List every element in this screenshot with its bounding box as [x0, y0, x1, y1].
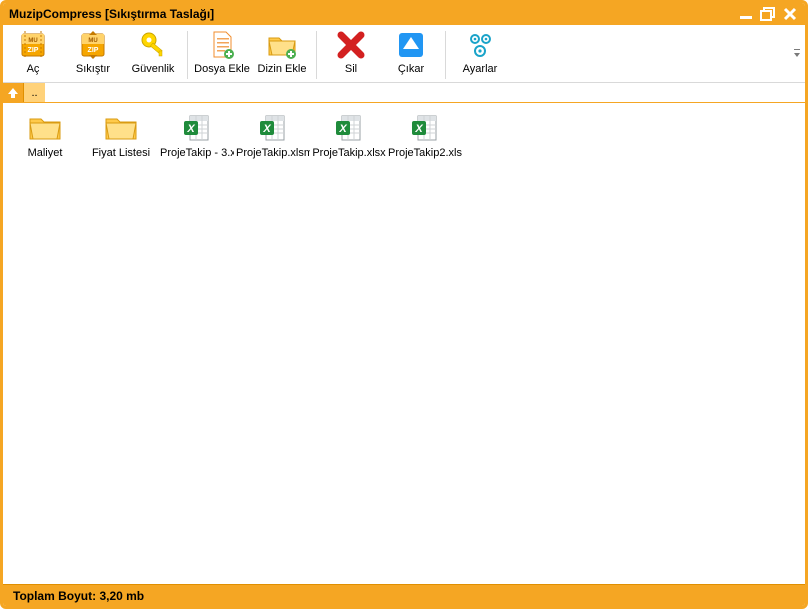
folder-item[interactable]: Fiyat Listesi: [84, 113, 158, 173]
file-item[interactable]: X ProjeTakip2.xlsx: [388, 113, 462, 173]
toolbar-separator: [187, 31, 188, 79]
open-label: Aç: [27, 63, 40, 75]
gears-icon: [464, 29, 496, 61]
svg-text:X: X: [338, 123, 347, 135]
add-file-button[interactable]: Dosya Ekle: [192, 27, 252, 81]
svg-text:X: X: [186, 123, 195, 135]
file-item[interactable]: X ProjeTakip - 3.xlsm: [160, 113, 234, 173]
file-name-label: ProjeTakip.xlsx: [312, 147, 386, 159]
toolbar-separator: [445, 31, 446, 79]
content-area: MaliyetFiyat Listesi X ProjeTakip - 3.xlsm…: [3, 103, 805, 584]
excel-file-icon: X: [256, 113, 290, 143]
breadcrumb-root-label: ..: [31, 87, 37, 99]
add-file-label: Dosya Ekle: [194, 63, 250, 75]
file-item[interactable]: X ProjeTakip.xlsx: [312, 113, 386, 173]
svg-text:X: X: [262, 123, 271, 135]
file-name-label: Fiyat Listesi: [84, 147, 158, 159]
extract-up-icon: [395, 29, 427, 61]
file-name-label: ProjeTakip2.xlsx: [388, 147, 462, 159]
file-name-label: ProjeTakip - 3.xlsm: [160, 147, 234, 159]
title-bar[interactable]: MuzipCompress [Sıkıştırma Taslağı]: [3, 3, 805, 25]
security-label: Güvenlik: [132, 63, 175, 75]
folder-item[interactable]: Maliyet: [8, 113, 82, 173]
file-name-label: Maliyet: [8, 147, 82, 159]
minimize-button[interactable]: [735, 5, 757, 23]
file-name-label: ProjeTakip.xlsm: [236, 147, 310, 159]
breadcrumb-up-button[interactable]: [3, 83, 23, 102]
file-item[interactable]: X ProjeTakip.xlsm: [236, 113, 310, 173]
svg-text:ZIP: ZIP: [28, 47, 39, 54]
delete-button[interactable]: Sil: [321, 27, 381, 81]
close-button[interactable]: [779, 5, 801, 23]
toolbar-separator: [316, 31, 317, 79]
excel-file-icon: X: [408, 113, 442, 143]
archive-open-icon: MU ZIP: [17, 29, 49, 61]
add-dir-button[interactable]: Dizin Ekle: [252, 27, 312, 81]
add-dir-label: Dizin Ekle: [258, 63, 307, 75]
svg-text:X: X: [414, 123, 423, 135]
settings-label: Ayarlar: [463, 63, 498, 75]
folder-icon: [28, 113, 62, 143]
status-total-size: Toplam Boyut: 3,20 mb: [13, 589, 144, 603]
security-button[interactable]: Güvenlik: [123, 27, 183, 81]
maximize-button[interactable]: [757, 5, 779, 23]
window-title: MuzipCompress [Sıkıştırma Taslağı]: [9, 7, 214, 21]
main-toolbar: MU ZIP Aç MU ZIP Sıkıştır: [3, 25, 805, 83]
file-view[interactable]: MaliyetFiyat Listesi X ProjeTakip - 3.xlsm…: [3, 103, 805, 584]
svg-text:MU: MU: [28, 38, 37, 44]
settings-button[interactable]: Ayarlar: [450, 27, 510, 81]
breadcrumb-bar: ..: [3, 83, 805, 103]
chevron-down-icon: [793, 48, 801, 60]
extract-label: Çıkar: [398, 63, 424, 75]
compress-label: Sıkıştır: [76, 63, 110, 75]
delete-label: Sil: [345, 63, 357, 75]
svg-text:ZIP: ZIP: [88, 47, 99, 54]
key-icon: [137, 29, 169, 61]
status-bar: Toplam Boyut: 3,20 mb: [3, 584, 805, 606]
file-add-icon: [206, 29, 238, 61]
open-button[interactable]: MU ZIP Aç: [3, 27, 63, 81]
excel-file-icon: X: [332, 113, 366, 143]
compress-button[interactable]: MU ZIP Sıkıştır: [63, 27, 123, 81]
delete-x-icon: [335, 29, 367, 61]
folder-add-icon: [266, 29, 298, 61]
folder-icon: [104, 113, 138, 143]
app-window: MuzipCompress [Sıkıştırma Taslağı]: [0, 0, 808, 609]
svg-text:MU: MU: [88, 38, 97, 44]
arrow-up-icon: [6, 86, 20, 100]
excel-file-icon: X: [180, 113, 214, 143]
extract-button[interactable]: Çıkar: [381, 27, 441, 81]
breadcrumb-root-button[interactable]: ..: [23, 83, 45, 102]
toolbar-overflow-button[interactable]: [791, 25, 803, 82]
archive-compress-icon: MU ZIP: [77, 29, 109, 61]
